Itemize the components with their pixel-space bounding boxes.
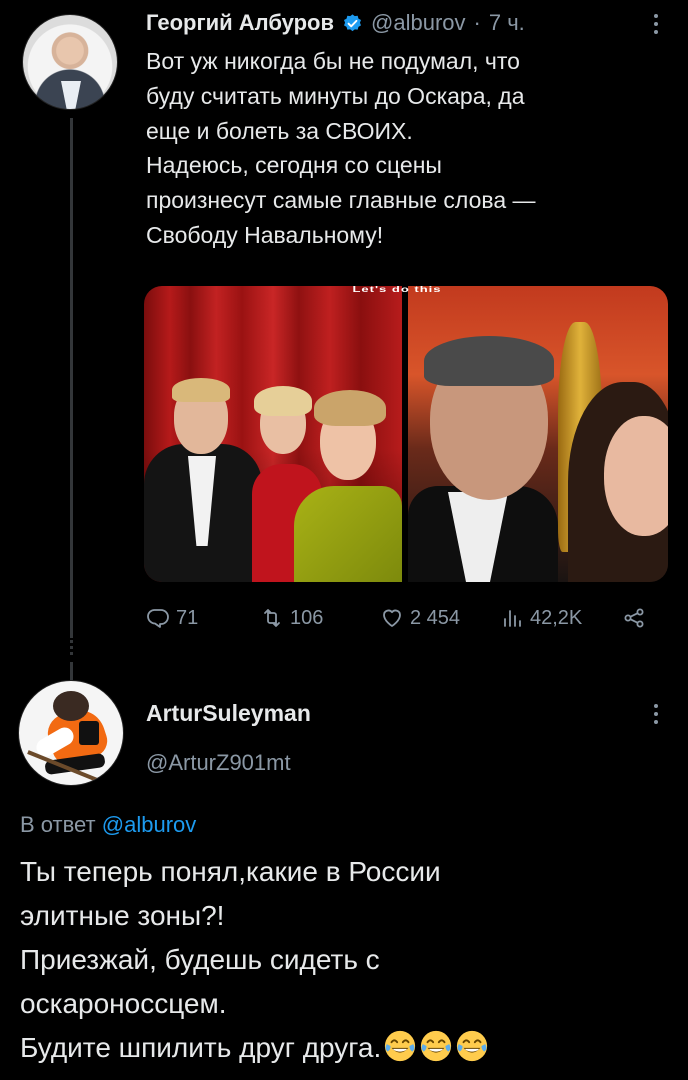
person-woman-red-hair [254, 386, 312, 416]
media-photo-right[interactable] [408, 286, 668, 582]
reply-text-line: оскароноссцем. [20, 988, 227, 1019]
tweet-time[interactable]: 7 ч. [489, 10, 525, 36]
reply-text-line: Будите шпилить друг друга. [20, 1032, 382, 1063]
tweet-text-line: Надеюсь, сегодня со сцены [146, 152, 442, 179]
views-icon [504, 610, 521, 627]
thread-dots [70, 640, 73, 658]
person-young-man-hair [172, 378, 230, 402]
thread-line [70, 118, 73, 638]
tears-of-joy-emoji-icon [457, 1030, 488, 1062]
verified-badge-icon [344, 13, 362, 31]
share-icon [624, 608, 644, 628]
thread-connector [70, 662, 73, 680]
tweet-text-line: еще и болеть за СВОИХ. [146, 117, 413, 144]
share-button[interactable] [622, 606, 646, 630]
tweet-text-line: Вот уж никогда бы не подумал, что [146, 48, 520, 74]
emoji-row [381, 1030, 489, 1063]
reply-prefix: В ответ [20, 812, 96, 837]
person-woman-right-face [604, 416, 668, 536]
tweet-media[interactable] [144, 286, 668, 582]
reply-context: В ответ @alburov [20, 812, 196, 838]
tweet-text-line: произнесут самые главные слова — [146, 187, 536, 214]
avatar-player-number [79, 721, 99, 745]
reply-count: 71 [176, 606, 199, 629]
like-button[interactable]: 2 454 [380, 606, 460, 630]
tweet-header: Георгий Албуров @alburov · 7 ч. [146, 10, 525, 36]
reply-button[interactable]: 71 [146, 606, 198, 630]
tweet-actions: 71 106 2 454 42,2K [146, 606, 646, 640]
retweet-icon [264, 609, 280, 627]
person-woman-gold [294, 486, 402, 582]
reply-text-line: элитные зоны?! [20, 900, 225, 931]
reply-text-last-line: Будите шпилить друг друга. [20, 1026, 680, 1070]
avatar-shirt [61, 81, 81, 109]
views-button[interactable]: 42,2K [500, 606, 582, 630]
reply-author-handle[interactable]: @ArturZ901mt [146, 750, 291, 776]
reply-more-icon[interactable] [646, 700, 666, 730]
reply-mention-link[interactable]: @alburov [102, 812, 197, 837]
media-caption: Let's do this [352, 285, 442, 294]
more-icon[interactable] [646, 10, 666, 40]
author-handle[interactable]: @alburov [371, 10, 466, 36]
avatar[interactable] [22, 14, 118, 110]
tweet-text-line: Свободу Навальному! [146, 221, 384, 248]
retweet-button[interactable]: 106 [260, 606, 323, 630]
reply-author-name[interactable]: ArturSuleyman [146, 700, 311, 727]
like-icon [383, 609, 401, 627]
person-woman-gold-hair [314, 390, 386, 426]
like-count: 2 454 [410, 606, 461, 629]
separator-dot: · [473, 10, 481, 35]
media-photo-left[interactable] [144, 286, 402, 582]
author-name[interactable]: Георгий Албуров [146, 10, 334, 36]
retweet-count: 106 [290, 606, 324, 629]
reply-icon [147, 609, 169, 628]
reply-avatar[interactable] [18, 680, 124, 786]
tears-of-joy-emoji-icon [385, 1030, 416, 1062]
person-man-hair [424, 336, 554, 386]
tweet-text-line: буду считать минуты до Оскара, да [146, 82, 525, 109]
tears-of-joy-emoji-icon [421, 1030, 452, 1062]
views-count: 42,2K [530, 606, 583, 629]
reply-text-line: Приезжай, будешь сидеть с [20, 944, 380, 975]
tweet-text: Вот уж никогда бы не подумал, что буду с… [146, 44, 656, 253]
reply-text: Ты теперь понял,какие в России элитные з… [20, 850, 680, 1070]
avatar-player-head [53, 691, 89, 721]
reply-text-line: Ты теперь понял,какие в России [20, 856, 441, 887]
